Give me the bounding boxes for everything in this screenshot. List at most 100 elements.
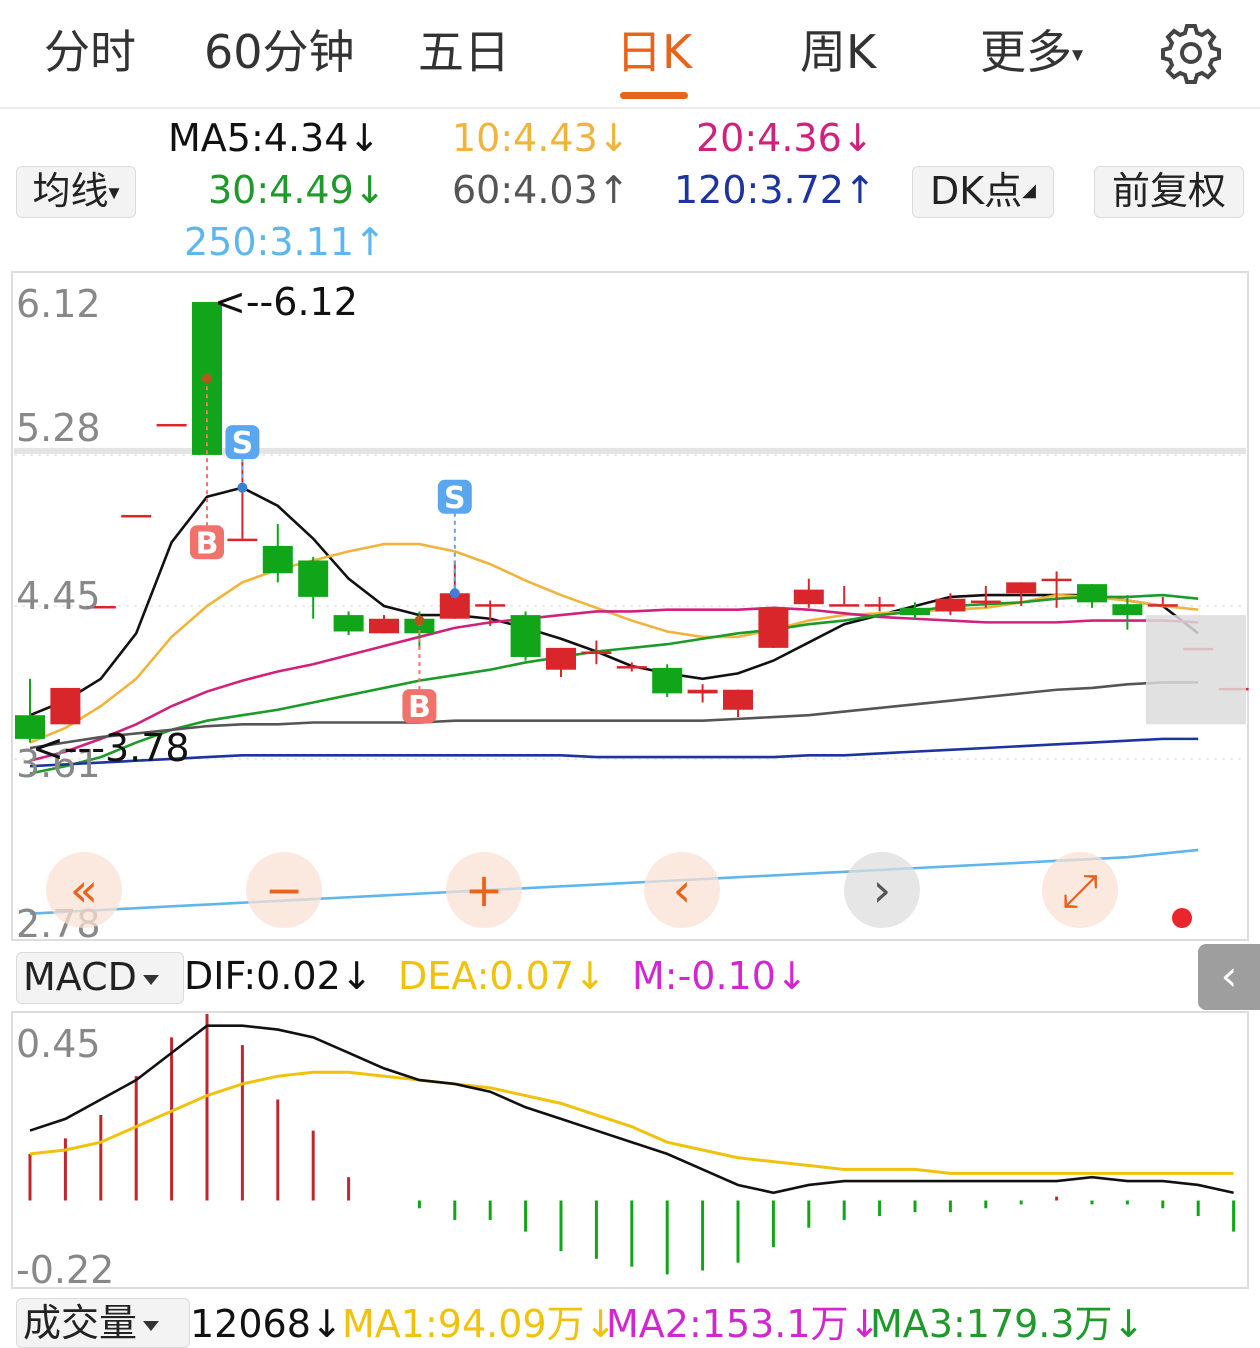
candle-body — [864, 604, 895, 607]
signal-label: S — [444, 481, 466, 516]
candle-body — [50, 687, 81, 725]
candle-body — [793, 589, 824, 605]
candle-body — [333, 615, 364, 632]
macd-selector-label: MACD — [23, 955, 137, 999]
dk-point-button[interactable]: DK点◢ — [912, 166, 1054, 218]
volume-ma1-value: MA1:94.09万↓ — [342, 1302, 617, 1346]
candle-body — [723, 689, 753, 710]
price-overlay-box — [1146, 615, 1246, 725]
price-axis-label: 4.45 — [16, 574, 101, 618]
gear-icon[interactable] — [1160, 22, 1222, 84]
chevron-right-icon[interactable]: › — [844, 852, 920, 928]
signal-label: B — [196, 526, 219, 561]
dk-point-label: DK点 — [929, 169, 1023, 213]
price-axis-label: 6.12 — [16, 282, 101, 326]
low-price-marker: <---3.78 — [32, 726, 190, 770]
zoom-out-icon[interactable]: − — [246, 852, 322, 928]
tab-zhouk[interactable]: 周K — [800, 22, 876, 82]
candle-body — [900, 607, 930, 616]
active-tab-indicator — [620, 92, 688, 99]
ma120-value: 120:3.72↑ — [674, 168, 876, 212]
macd-axis-label: 0.45 — [16, 1022, 101, 1066]
macd-dif-value: DIF:0.02↓ — [184, 954, 373, 998]
candle-body — [616, 666, 647, 669]
signal-label: S — [232, 426, 254, 461]
side-panel-toggle[interactable]: ‹ — [1198, 944, 1260, 1010]
rewind-icon[interactable]: « — [46, 852, 122, 928]
candle-body — [687, 689, 718, 694]
chevron-down-icon — [142, 974, 159, 985]
macd-dea-value: DEA:0.07↓ — [398, 954, 606, 998]
ma20-line — [29, 606, 1199, 762]
candle-body — [1006, 582, 1037, 594]
signal-dot — [237, 482, 248, 493]
chevron-down-icon: ▾ — [1072, 42, 1084, 68]
ma10-line — [29, 542, 1199, 744]
zoom-in-icon[interactable]: + — [446, 852, 522, 928]
adjust-button[interactable]: 前复权 — [1094, 166, 1244, 218]
candle-body — [652, 667, 683, 694]
ma-selector-label: 均线 — [32, 169, 109, 213]
volume-selector-button[interactable]: 成交量 — [16, 1298, 190, 1348]
ma120-line — [29, 737, 1199, 768]
candle-body — [546, 647, 576, 670]
chevron-down-icon: ▾ — [108, 180, 120, 206]
price-axis-label: 5.28 — [16, 406, 101, 450]
ma250-value: 250:3.11↑ — [184, 220, 386, 264]
candle-body — [369, 618, 399, 634]
candle-body — [510, 615, 541, 657]
ma20-value: 20:4.36↓ — [696, 116, 874, 160]
volume-ma3-value: MA3:179.3万↓ — [870, 1302, 1145, 1346]
expand-icon[interactable]: ⤢ — [1042, 852, 1118, 928]
candle-body — [1077, 584, 1107, 603]
candle-body — [475, 604, 506, 607]
candle-body — [298, 560, 329, 597]
candle-body — [121, 514, 152, 518]
candlestick-chart[interactable]: S B S B — [0, 270, 1260, 942]
candle-body — [227, 538, 258, 542]
dif-line — [29, 1024, 1234, 1195]
candle-body — [1112, 604, 1143, 616]
candle-body — [1041, 578, 1072, 582]
ma5-value: MA5:4.34↓ — [168, 116, 381, 160]
candle-body — [581, 651, 612, 655]
candle-body — [156, 423, 187, 427]
tab-more[interactable]: 更多▾ — [980, 22, 1083, 86]
tab-rik[interactable]: 日K — [616, 22, 692, 82]
volume-ma2-value: MA2:153.1万↓ — [606, 1302, 881, 1346]
candle-body — [758, 607, 789, 648]
macd-m-value: M:-0.10↓ — [632, 954, 808, 998]
ma10-value: 10:4.43↓ — [452, 116, 630, 160]
volume-selector-label: 成交量 — [23, 1301, 138, 1345]
signal-dot — [414, 615, 425, 626]
candle-body — [1147, 604, 1178, 607]
macd-chart[interactable] — [0, 1010, 1260, 1290]
tab-60min[interactable]: 60分钟 — [204, 22, 355, 82]
macd-selector-button[interactable]: MACD — [16, 952, 184, 1004]
adjust-label: 前复权 — [1111, 169, 1226, 213]
macd-axis-label: -0.22 — [16, 1248, 115, 1292]
signal-dot — [202, 373, 212, 384]
header-divider — [0, 107, 1260, 109]
candle-body — [262, 545, 293, 574]
dea-line — [29, 1070, 1234, 1175]
live-dot-icon — [1172, 908, 1192, 928]
chevron-left-icon: ‹ — [1220, 951, 1238, 1000]
candle-body — [829, 604, 860, 607]
ma-selector-button[interactable]: 均线▾ — [16, 166, 136, 218]
candle-body — [970, 600, 1001, 604]
volume-value: 12068↓ — [190, 1302, 343, 1346]
tab-fenshi[interactable]: 分时 — [44, 22, 136, 82]
tab-wuri[interactable]: 五日 — [418, 22, 510, 82]
tab-more-label: 更多 — [980, 25, 1072, 79]
signal-label: B — [408, 690, 431, 725]
chevron-down-icon — [143, 1320, 160, 1331]
chevron-left-icon[interactable]: ‹ — [644, 852, 720, 928]
high-price-marker: <--6.12 — [214, 280, 358, 324]
ma60-value: 60:4.03↑ — [452, 168, 630, 212]
corner-triangle-icon: ◢ — [1022, 180, 1037, 201]
ma250-line — [29, 848, 1199, 915]
candle-body — [935, 598, 966, 612]
signal-dot — [449, 588, 460, 599]
ma30-value: 30:4.49↓ — [208, 168, 386, 212]
